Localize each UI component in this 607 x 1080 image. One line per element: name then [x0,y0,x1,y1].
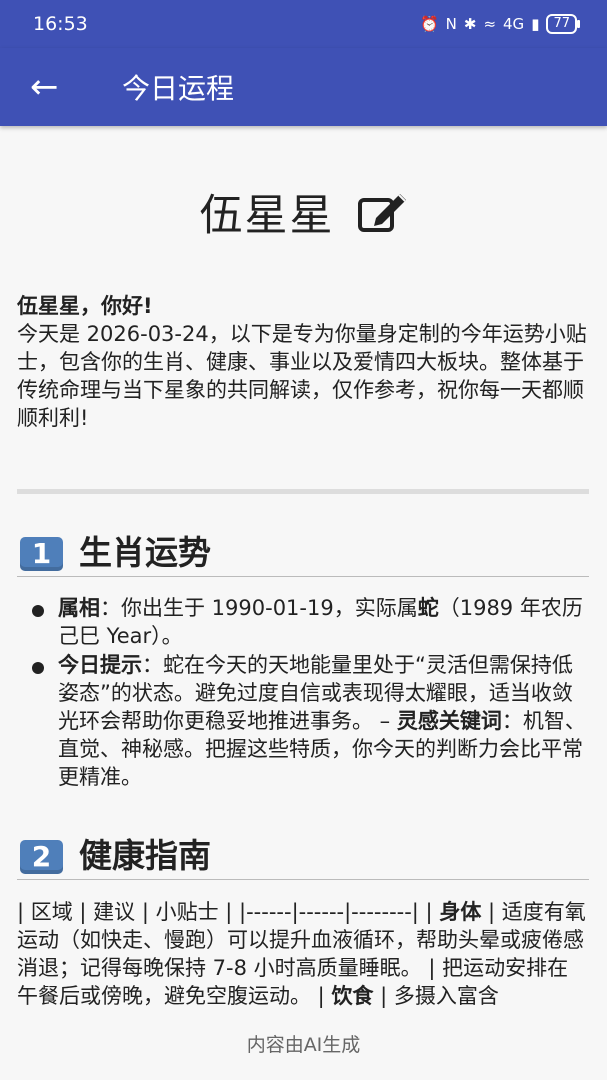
section-zodiac-header: 1 生肖运势 [17,528,589,577]
zodiac-bullet-list: 属相：你出生于 1990-01-19，实际属蛇（1989 年农历己巳 Year）… [20,594,589,792]
list-item: 属相：你出生于 1990-01-19，实际属蛇（1989 年农历己巳 Year）… [20,594,589,650]
edit-icon[interactable] [356,190,408,234]
intro-paragraph: 伍星星，你好! 今天是 2026-03-24，以下是专为你量身定制的今年运势小贴… [17,292,589,432]
status-icons: ⏰ N ✱ ≈ 4G ▮ 77 [419,14,580,34]
name-header: 伍星星 [0,181,607,243]
page-title: 今日运程 [122,72,235,105]
divider [17,489,589,494]
section-number-badge: 2 [20,840,63,874]
app-bar: ← 今日运程 [0,48,607,126]
list-item: 今日提示：蛇在今天的天地能量里处于“灵活但需保持低姿态”的状态。避免过度自信或表… [20,651,589,791]
alarm-icon: ⏰ [419,15,439,33]
health-table-text: | 区域 | 建议 | 小贴士 | |------|------|-------… [17,898,589,1010]
wifi-icon: ≈ [483,15,497,33]
greeting: 伍星星，你好! [17,294,153,318]
table-header-line: | 区域 | 建议 | 小贴士 | |------|------|-------… [17,900,433,924]
section-title: 生肖运势 [79,533,211,572]
section-number-badge: 1 [20,537,63,571]
status-bar: 16:53 ⏰ N ✱ ≈ 4G ▮ 77 [0,0,607,48]
back-arrow-icon[interactable]: ← [30,70,64,104]
bullet-key: 属相 [58,596,100,620]
intro-text: 今天是 2026-03-24，以下是专为你量身定制的今年运势小贴士，包含你的生肖… [17,322,587,430]
ai-disclaimer: 内容由AI生成 [0,1010,607,1080]
bullet-strong: 灵感关键词 [396,709,502,733]
table-row-text: | 多摄入富含 [380,984,499,1008]
status-time: 16:53 [33,13,88,35]
bullet-key: 今日提示 [58,653,142,677]
table-row-key: 饮食 [331,984,374,1008]
table-row-key: 身体 [439,900,482,924]
section-title: 健康指南 [79,836,211,875]
battery-indicator: 77 [546,14,580,34]
fortune-content[interactable]: 伍星星 伍星星，你好! 今天是 2026-03-24，以下是专为你量身定制的今年… [0,126,607,1010]
bullet-strong: 蛇 [417,596,439,620]
signal-icon: ▮ [531,15,540,33]
bullet-text: ：你出生于 1990-01-19，实际属 [100,596,418,620]
nfc-icon: N [445,15,457,33]
section-health-header: 2 健康指南 [17,831,589,880]
user-name: 伍星星 [199,191,335,241]
bluetooth-icon: ✱ [463,15,477,33]
signal-label: 4G [503,15,525,33]
